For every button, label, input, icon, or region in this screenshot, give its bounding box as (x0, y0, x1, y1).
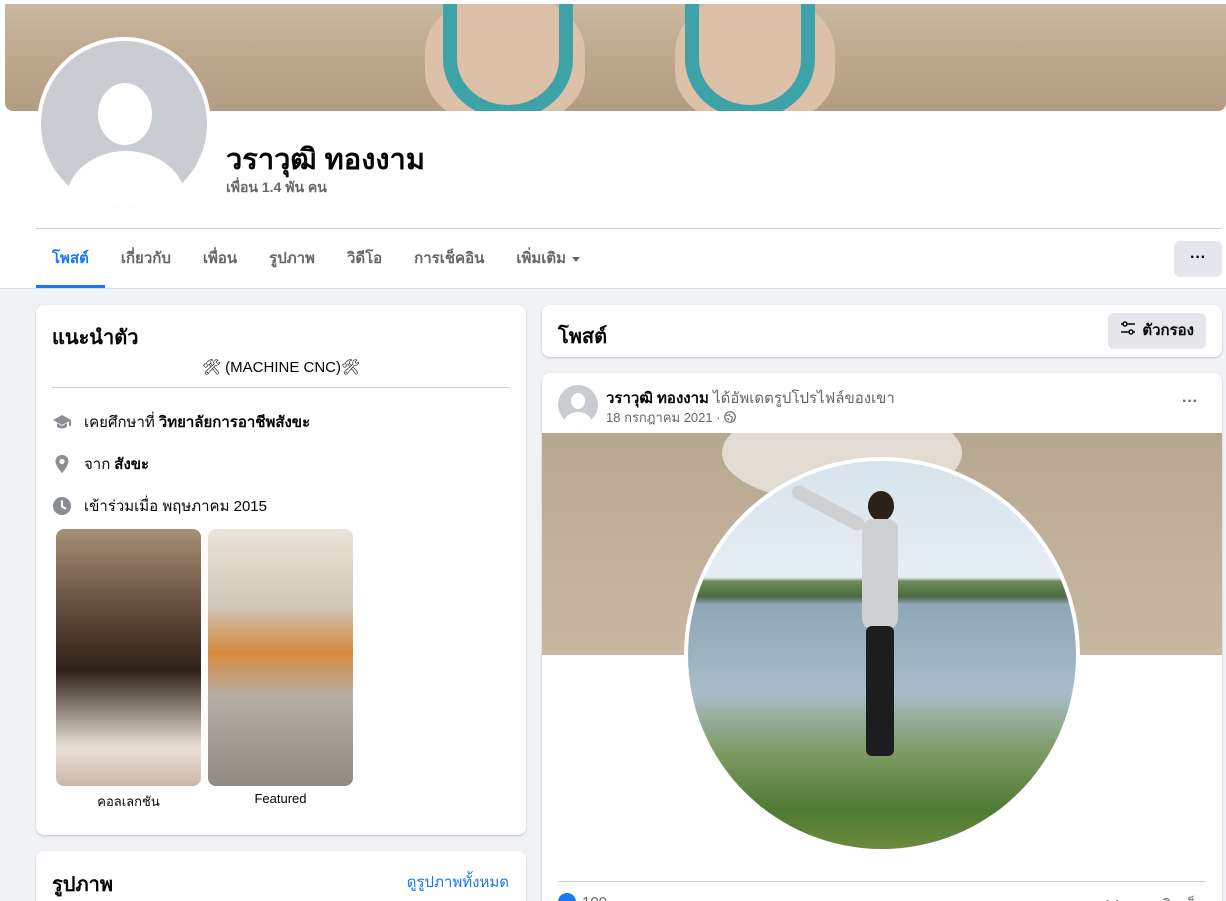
filter-button[interactable]: ตัวกรอง (1108, 313, 1206, 349)
featured-label-featured: Featured (254, 791, 307, 806)
post-divider (558, 881, 1206, 882)
intro-title: แนะนำตัว (52, 327, 139, 349)
featured-label-collection: คอลเลกชัน (97, 794, 160, 809)
post-action-text: ได้อัพเดตรูปโปรไฟล์ของเขา (713, 390, 895, 407)
posts-title: โพสต์ (558, 326, 608, 348)
post-date[interactable]: 18 กรกฎาคม 2021 · (606, 410, 721, 425)
tab-photos[interactable]: รูปภาพ (253, 230, 331, 288)
like-icon (558, 893, 576, 901)
tab-friends[interactable]: เพื่อน (187, 230, 253, 288)
intro-bio: 🛠 (MACHINE CNC)🛠 (201, 359, 361, 376)
post-author-avatar[interactable] (558, 385, 598, 425)
tab-about[interactable]: เกี่ยวกับ (105, 230, 187, 288)
globe-icon (724, 410, 737, 425)
header-divider (36, 228, 1222, 229)
sliders-icon (1120, 313, 1136, 349)
tab-videos[interactable]: วิดีโอ (331, 230, 398, 288)
profile-avatar[interactable] (37, 37, 211, 211)
photos-title: รูปภาพ (52, 874, 114, 896)
hometown-link[interactable]: สังขะ (114, 452, 149, 476)
post-card: วราวุฒิ ทองงาม ได้อัพเดตรูปโปรไฟล์ของเขา… (542, 373, 1222, 901)
profile-tabs: โพสต์ เกี่ยวกับ เพื่อน รูปภาพ วิดีโอ การ… (36, 230, 596, 288)
joined-info: เข้าร่วมเมื่อ พฤษภาคม 2015 (52, 494, 267, 518)
graduation-cap-icon (52, 412, 72, 432)
tab-more[interactable]: เพิ่มเติม (500, 230, 596, 288)
friends-count[interactable]: เพื่อน 1.4 พัน คน (226, 177, 327, 199)
tab-posts[interactable]: โพสต์ (36, 230, 105, 288)
post-comments-count[interactable]: 14 ความคิดเห็น (1103, 893, 1206, 901)
profile-name: วราวุฒิ ทองงาม (226, 144, 425, 176)
location-pin-icon (52, 454, 72, 474)
profile-header: วราวุฒิ ทองงาม เพื่อน 1.4 พัน คน โพสต์ เ… (0, 0, 1226, 289)
featured-thumbnail[interactable] (208, 529, 353, 786)
hometown-info: จาก สังขะ (52, 452, 149, 476)
education-info: เคยศึกษาที่ วิทยาลัยการอาชีพสังขะ (52, 410, 310, 434)
post-meta: 18 กรกฎาคม 2021 · (606, 407, 737, 428)
posts-header-card: โพสต์ ตัวกรอง (542, 305, 1222, 357)
more-options-button[interactable]: ··· (1174, 241, 1222, 277)
chevron-down-icon (572, 256, 581, 262)
post-options-button[interactable]: ··· (1182, 393, 1198, 411)
photos-card: รูปภาพ ดูรูปภาพทั้งหมด (36, 851, 526, 901)
featured-collection-thumbnail[interactable] (56, 529, 201, 786)
post-profile-photo[interactable] (684, 457, 1080, 853)
see-all-photos-link[interactable]: ดูรูปภาพทั้งหมด (407, 870, 509, 894)
intro-divider (52, 387, 510, 388)
education-school[interactable]: วิทยาลัยการอาชีพสังขะ (159, 410, 310, 434)
post-reactions[interactable]: 100 (558, 893, 607, 901)
clock-icon (52, 496, 72, 516)
post-author-name[interactable]: วราวุฒิ ทองงาม (606, 390, 709, 407)
post-media[interactable] (542, 433, 1222, 881)
tab-checkins[interactable]: การเช็คอิน (398, 230, 500, 288)
